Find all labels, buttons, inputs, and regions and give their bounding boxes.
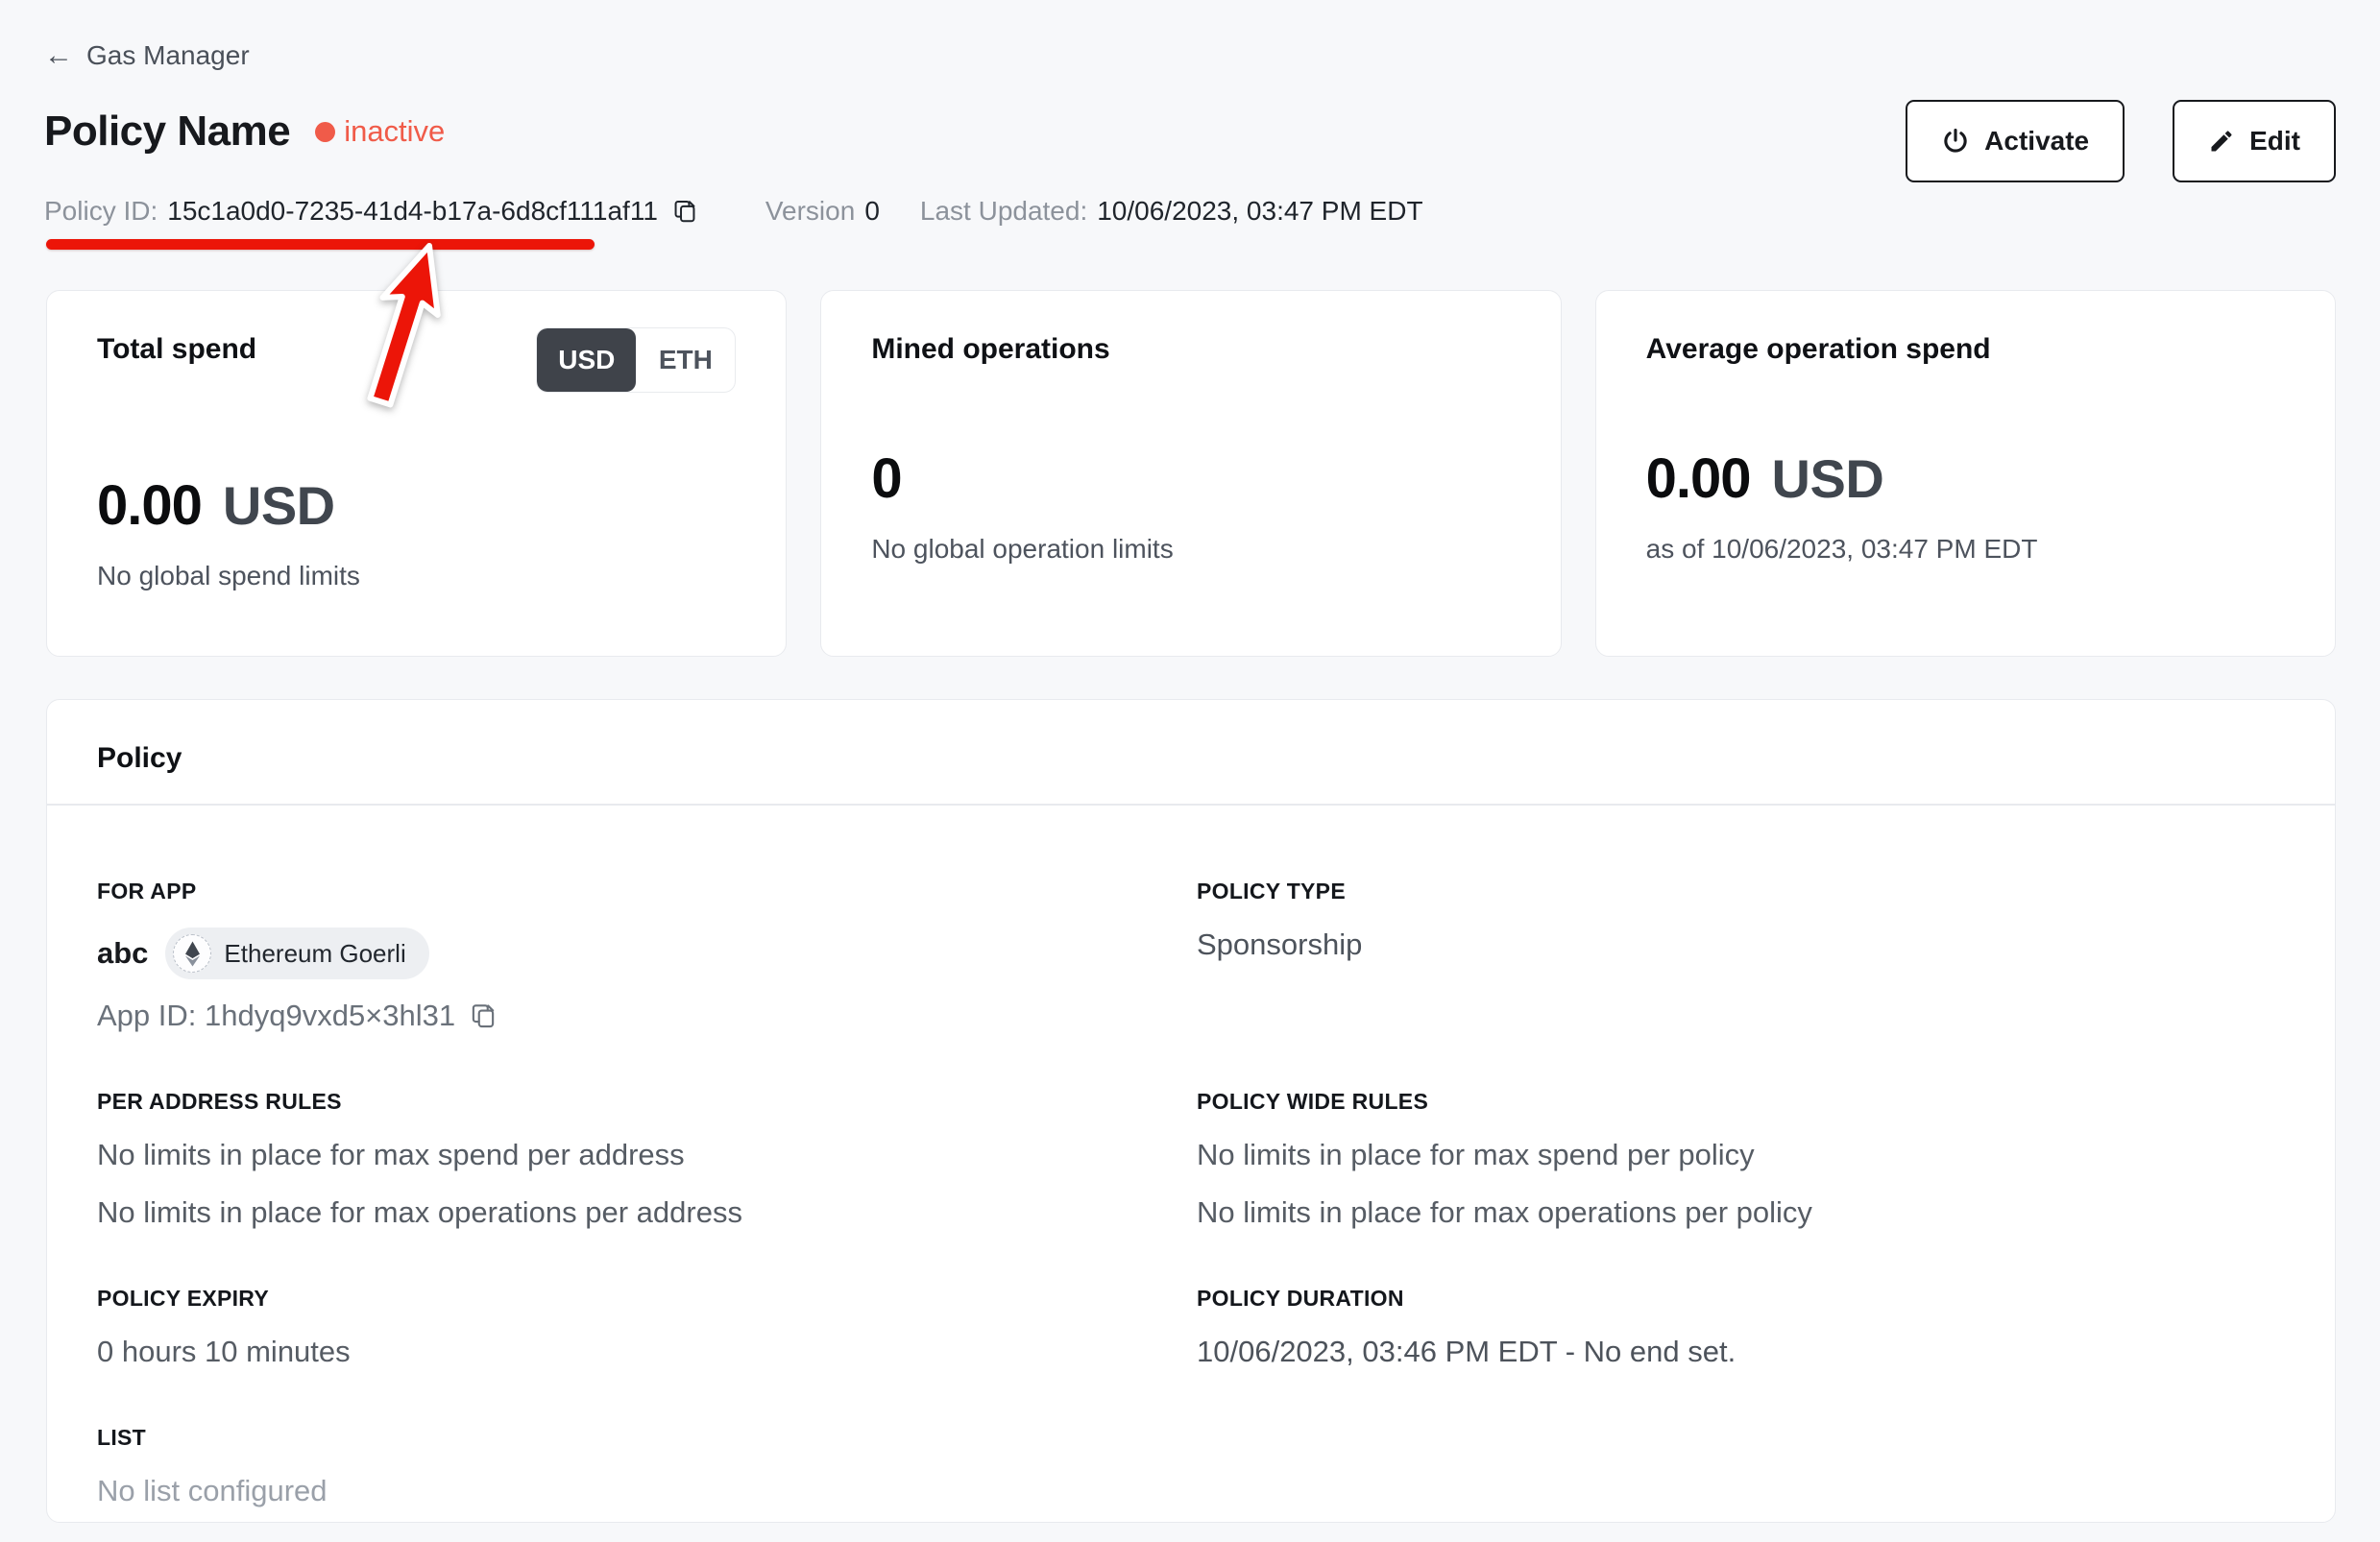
header-actions: Activate Edit bbox=[1906, 100, 2336, 182]
policy-type-value: Sponsorship bbox=[1197, 928, 2285, 962]
per-address-rules-label: PER ADDRESS RULES bbox=[97, 1089, 1197, 1115]
average-operation-spend-value-row: 0.00 USD bbox=[1646, 446, 2285, 511]
network-badge: Ethereum Goerli bbox=[165, 928, 428, 979]
status-label: inactive bbox=[344, 114, 445, 149]
pencil-icon bbox=[2208, 128, 2235, 155]
copy-policy-id-button[interactable] bbox=[671, 198, 698, 225]
policy-card-body: FOR APP abc Ethereum Goerli App ID: 1hdy… bbox=[47, 806, 2335, 1508]
meta-row: Policy ID: 15c1a0d0-7235-41d4-b17a-6d8cf… bbox=[44, 196, 1423, 227]
back-link[interactable]: ← Gas Manager bbox=[44, 40, 250, 71]
total-spend-caption: No global spend limits bbox=[97, 561, 736, 591]
status-badge: inactive bbox=[315, 114, 445, 149]
policy-id-group: Policy ID: 15c1a0d0-7235-41d4-b17a-6d8cf… bbox=[44, 196, 698, 227]
policy-id-value: 15c1a0d0-7235-41d4-b17a-6d8cf111af11 bbox=[167, 196, 658, 227]
back-link-label: Gas Manager bbox=[86, 40, 250, 71]
app-id-value: App ID: 1hdyq9vxd5×3hl31 bbox=[97, 999, 455, 1033]
policy-card: Policy FOR APP abc Ethereum Goerli bbox=[46, 699, 2336, 1523]
for-app-label: FOR APP bbox=[97, 879, 1197, 904]
mined-operations-value: 0 bbox=[871, 446, 901, 511]
average-operation-spend-card: Average operation spend 0.00 USD as of 1… bbox=[1595, 290, 2336, 657]
policy-duration-section: POLICY DURATION 10/06/2023, 03:46 PM EDT… bbox=[1197, 1286, 2285, 1369]
per-address-rules-section: PER ADDRESS RULES No limits in place for… bbox=[97, 1089, 1197, 1230]
average-operation-spend-unit: USD bbox=[1772, 447, 1884, 510]
version-group: Version 0 bbox=[765, 196, 880, 227]
currency-toggle-eth[interactable]: ETH bbox=[636, 328, 735, 392]
policy-type-label: POLICY TYPE bbox=[1197, 879, 2285, 904]
mined-operations-caption: No global operation limits bbox=[871, 534, 1510, 565]
policy-card-title: Policy bbox=[97, 742, 2285, 775]
app-name: abc bbox=[97, 936, 148, 971]
list-section: LIST No list configured bbox=[97, 1425, 1197, 1508]
total-spend-value-row: 0.00 USD bbox=[97, 473, 736, 538]
policy-duration-label: POLICY DURATION bbox=[1197, 1286, 2285, 1312]
policy-id-label: Policy ID: bbox=[44, 196, 158, 227]
currency-toggle: USD ETH bbox=[536, 327, 736, 393]
mined-operations-value-row: 0 bbox=[871, 446, 1510, 511]
per-address-rule: No limits in place for max operations pe… bbox=[97, 1195, 1197, 1230]
average-operation-spend-value: 0.00 bbox=[1646, 446, 1751, 511]
policy-expiry-label: POLICY EXPIRY bbox=[97, 1286, 1197, 1312]
last-updated-group: Last Updated: 10/06/2023, 03:47 PM EDT bbox=[920, 196, 1423, 227]
copy-document-icon bbox=[671, 198, 698, 225]
policy-wide-rules-label: POLICY WIDE RULES bbox=[1197, 1089, 2285, 1115]
policy-wide-rule: No limits in place for max spend per pol… bbox=[1197, 1138, 2285, 1172]
network-name: Ethereum Goerli bbox=[224, 939, 405, 969]
last-updated-label: Last Updated: bbox=[920, 196, 1087, 227]
app-row: abc Ethereum Goerli bbox=[97, 928, 1197, 979]
page-title: Policy Name bbox=[44, 108, 290, 156]
arrow-left-icon: ← bbox=[44, 41, 73, 70]
version-value: 0 bbox=[864, 196, 880, 227]
mined-operations-title: Mined operations bbox=[871, 333, 1109, 366]
copy-app-id-button[interactable] bbox=[469, 1001, 498, 1030]
average-operation-spend-title: Average operation spend bbox=[1646, 333, 1991, 366]
power-icon bbox=[1941, 127, 1970, 156]
for-app-section: FOR APP abc Ethereum Goerli App ID: 1hdy… bbox=[97, 879, 1197, 1033]
policy-wide-rules-section: POLICY WIDE RULES No limits in place for… bbox=[1197, 1089, 2285, 1230]
per-address-rule: No limits in place for max spend per add… bbox=[97, 1138, 1197, 1172]
list-label: LIST bbox=[97, 1425, 1197, 1451]
total-spend-value: 0.00 bbox=[97, 473, 202, 538]
policy-wide-rule: No limits in place for max operations pe… bbox=[1197, 1195, 2285, 1230]
activate-button-label: Activate bbox=[1984, 126, 2089, 157]
policy-duration-value: 10/06/2023, 03:46 PM EDT - No end set. bbox=[1197, 1335, 2285, 1369]
currency-toggle-usd[interactable]: USD bbox=[537, 328, 636, 392]
title-row: Policy Name inactive bbox=[44, 108, 445, 156]
version-label: Version bbox=[765, 196, 855, 227]
app-id-row: App ID: 1hdyq9vxd5×3hl31 bbox=[97, 999, 1197, 1033]
total-spend-unit: USD bbox=[223, 474, 335, 537]
total-spend-card: Total spend USD ETH 0.00 USD No global s… bbox=[46, 290, 787, 657]
policy-type-section: POLICY TYPE Sponsorship bbox=[1197, 879, 2285, 1033]
edit-button-label: Edit bbox=[2249, 126, 2300, 157]
stat-cards-row: Total spend USD ETH 0.00 USD No global s… bbox=[46, 290, 2336, 657]
copy-document-icon bbox=[469, 1001, 498, 1030]
last-updated-value: 10/06/2023, 03:47 PM EDT bbox=[1097, 196, 1422, 227]
ethereum-icon bbox=[173, 934, 211, 973]
mined-operations-card: Mined operations 0 No global operation l… bbox=[820, 290, 1561, 657]
policy-expiry-section: POLICY EXPIRY 0 hours 10 minutes bbox=[97, 1286, 1197, 1369]
activate-button[interactable]: Activate bbox=[1906, 100, 2125, 182]
dot-icon bbox=[315, 122, 335, 142]
policy-expiry-value: 0 hours 10 minutes bbox=[97, 1335, 1197, 1369]
annotation-red-underline bbox=[46, 239, 595, 250]
edit-button[interactable]: Edit bbox=[2173, 100, 2336, 182]
policy-card-header: Policy bbox=[47, 700, 2335, 806]
total-spend-title: Total spend bbox=[97, 333, 256, 366]
average-operation-spend-caption: as of 10/06/2023, 03:47 PM EDT bbox=[1646, 534, 2285, 565]
list-value: No list configured bbox=[97, 1474, 1197, 1508]
